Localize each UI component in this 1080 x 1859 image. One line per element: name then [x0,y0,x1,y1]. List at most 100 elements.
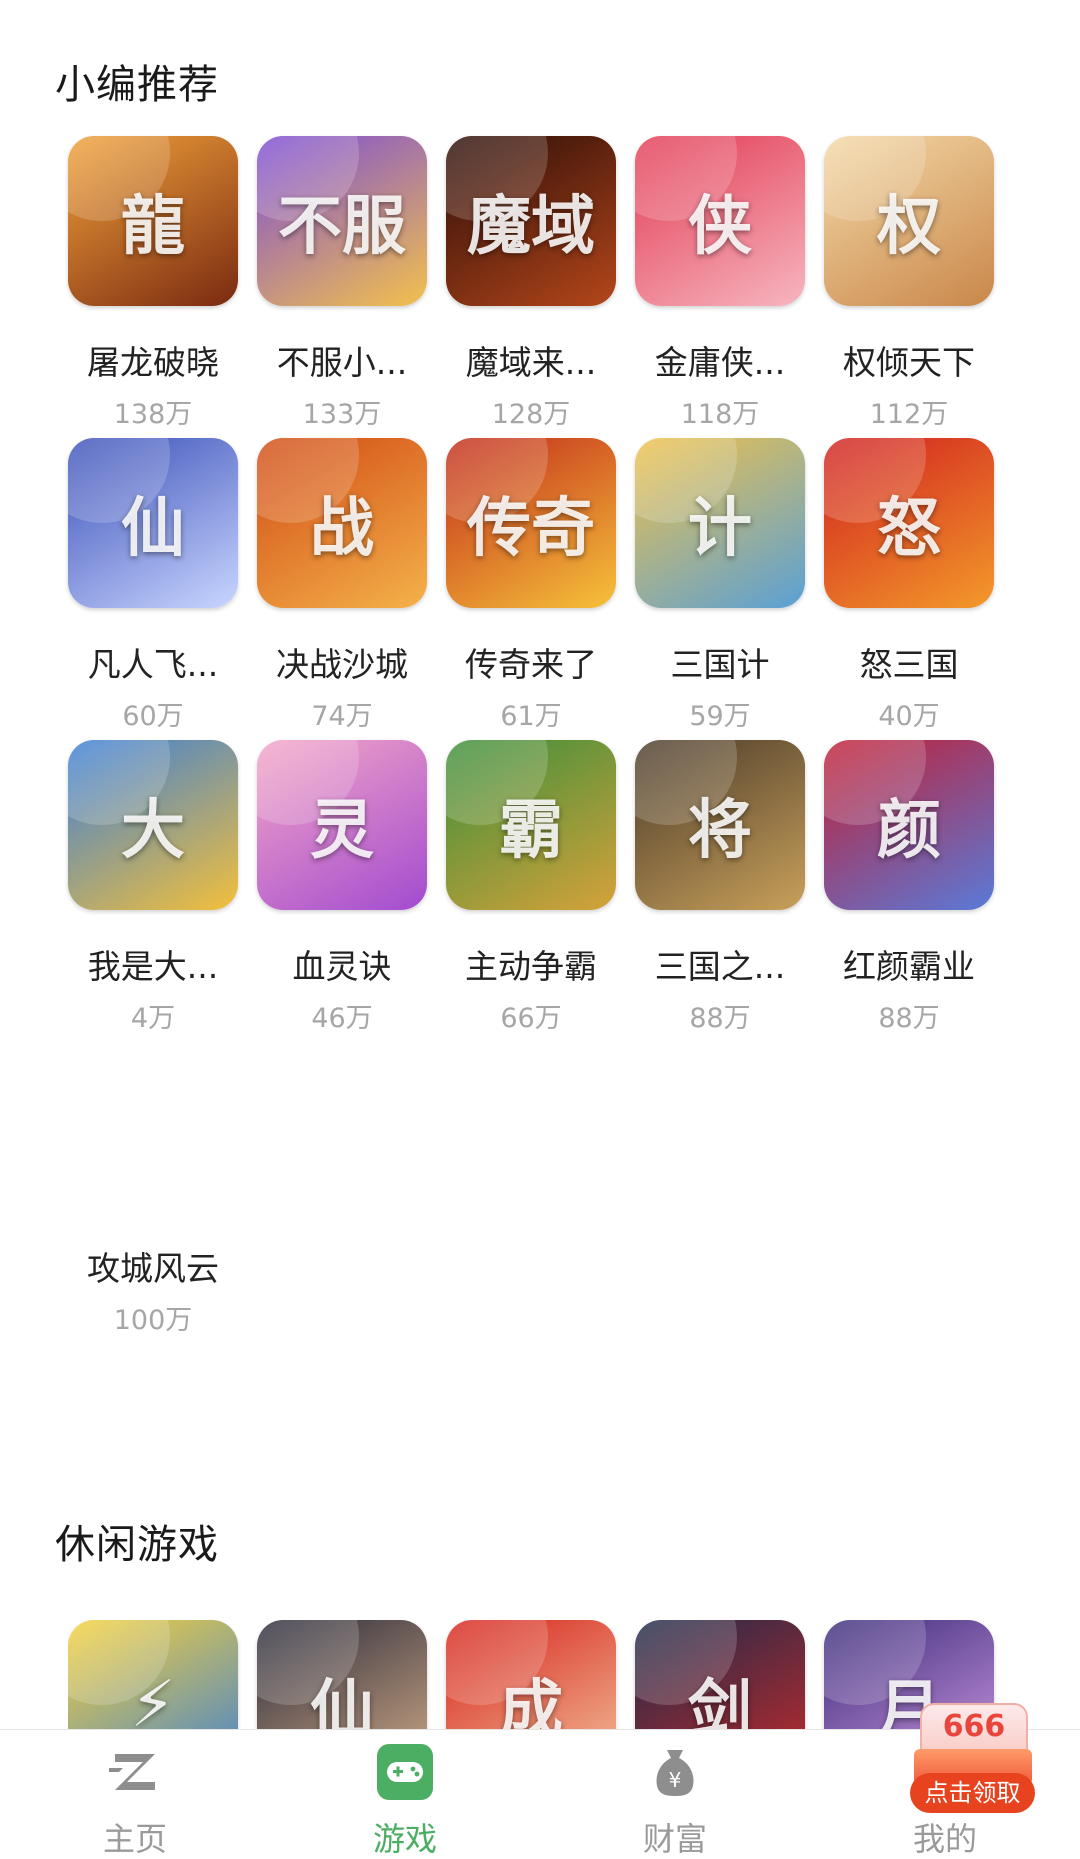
game-tile[interactable]: 霸主动争霸 66万 [446,740,616,1034]
game-download-count: 66万 [500,1003,562,1034]
game-download-count: 138万 [113,399,193,430]
game-tile[interactable]: 将三国之... 88万 [635,740,805,1034]
game-icon-glyph: 霸 [499,794,563,868]
game-name: 屠龙破晓 [87,343,219,382]
section-title-recommended: 小编推荐 [55,62,219,108]
nav-label-home: 主页 [102,1820,167,1858]
game-name: 权倾天下 [843,343,975,382]
game-download-count: 128万 [491,399,571,430]
game-icon-glyph: 将 [688,794,752,868]
reward-amount: 666 [942,1709,1006,1744]
game-download-count: 88万 [878,1003,940,1034]
game-icon[interactable]: 权 [824,136,994,306]
game-icon-glyph: 成 [499,1674,563,1730]
game-tile[interactable]: 权权倾天下 112万 [824,136,994,430]
game-icon[interactable]: 计 [635,438,805,608]
game-icon[interactable]: 剑 [635,1620,805,1730]
game-icon[interactable]: 战 [257,438,427,608]
game-icon-glyph: 仙 [121,492,185,566]
game-name: 决战沙城 [276,645,408,684]
game-icon[interactable]: 魔域 [446,136,616,306]
game-icon-glyph: 传奇 [467,492,595,566]
game-tile[interactable]: 不服 不服小... 133万 [257,136,427,430]
nav-tab-games[interactable]: 游戏 [305,1730,505,1859]
game-download-count: 118万 [680,399,760,430]
game-name: 魔域来... [465,343,597,382]
gamepad-icon [377,1744,433,1800]
game-tile[interactable]: 计三国计 59万 [635,438,805,732]
app-screen: 小编推荐 龍屠龙破晓 138万 不服 不服小... 133万 魔域 魔域来... 128万 侠金… [0,0,1080,1859]
nav-label-games: 游戏 [372,1820,437,1858]
svg-text:¥: ¥ [669,1768,682,1792]
game-icon[interactable]: 龍 [68,136,238,306]
game-tile[interactable]: 魔域魔域来... 128万 [446,136,616,430]
casual-game-grid: ⚡ 仙成剑月 [68,1620,1008,1730]
game-tile[interactable]: 大我是大... 4万 [68,740,238,1034]
game-name: 传奇来了 [465,645,597,684]
game-icon-glyph: 计 [688,492,752,566]
game-name: 怒三国 [859,645,959,684]
game-tile[interactable]: 成 [446,1620,616,1730]
game-icon-glyph: 战 [310,492,374,566]
game-tile[interactable]: 传奇传奇来了 61万 [446,438,616,732]
game-name: 血灵诀 [292,947,392,986]
game-icon[interactable]: 灵 [257,740,427,910]
game-icon[interactable]: 不服 [257,136,427,306]
game-name: 不服小... [276,343,408,382]
game-icon[interactable]: ⚡ [68,1620,238,1730]
game-name: 主动争霸 [465,947,597,986]
recommended-game-grid: 龍屠龙破晓 138万 不服 不服小... 133万 魔域 魔域来... 128万 侠金庸侠...… [68,136,1008,1336]
game-download-count: 60万 [122,701,184,732]
game-download-count: 46万 [311,1003,373,1034]
game-tile[interactable]: 怒怒三国 40万 [824,438,994,732]
game-icon-glyph: 大 [121,794,185,868]
game-name: 攻城风云 [87,1249,219,1288]
game-icon[interactable]: 传奇 [446,438,616,608]
game-icon[interactable]: 怒 [824,438,994,608]
nav-label-mine: 我的 [912,1820,977,1858]
game-icon[interactable]: 霸 [446,740,616,910]
game-download-count: 112万 [869,399,949,430]
game-icon[interactable]: 大 [68,740,238,910]
game-icon[interactable]: 侠 [635,136,805,306]
game-icon-glyph: 魔域 [467,190,595,264]
game-tile[interactable]: 剑 [635,1620,805,1730]
claim-reward-button[interactable]: 点击领取 [910,1773,1035,1813]
game-download-count: 88万 [689,1003,751,1034]
game-tile[interactable]: 灵血灵诀 46万 [257,740,427,1034]
nav-tab-home[interactable]: 主页 [35,1730,235,1859]
game-tile[interactable]: 龍屠龙破晓 138万 [68,136,238,430]
game-download-count: 100万 [113,1305,193,1336]
game-tile[interactable]: 颜红颜霸业 88万 [824,740,994,1034]
game-icon-glyph: 仙 [310,1674,374,1730]
game-tile[interactable]: 仙 [257,1620,427,1730]
game-icon-glyph: 灵 [310,794,374,868]
game-name: 红颜霸业 [843,947,975,986]
game-icon[interactable]: 颜 [824,740,994,910]
z-logo-icon [109,1754,155,1790]
nav-tab-wealth[interactable]: ¥ 财富 [575,1730,775,1859]
game-icon[interactable]: 仙 [68,438,238,608]
section-title-casual: 休闲游戏 [55,1522,219,1568]
game-download-count: 61万 [500,701,562,732]
game-tile[interactable]: 侠金庸侠... 118万 [635,136,805,430]
game-icon-glyph: 剑 [688,1674,752,1730]
game-tile[interactable]: 攻城风云 100万 [68,1042,238,1336]
game-icon[interactable]: 成 [446,1620,616,1730]
reward-widget[interactable]: 666 点击领取 [910,1703,1035,1813]
game-download-count: 40万 [878,701,940,732]
game-icon[interactable]: 仙 [257,1620,427,1730]
game-tile[interactable]: 仙凡人飞... 60万 [68,438,238,732]
game-icon-glyph: 侠 [688,190,752,264]
game-name: 三国之... [654,947,786,986]
game-name: 三国计 [670,645,770,684]
nav-label-wealth: 财富 [642,1820,707,1858]
game-icon-glyph: 权 [877,190,941,264]
game-name: 我是大... [87,947,219,986]
game-download-count: 74万 [311,701,373,732]
game-icon-glyph: 颜 [877,794,941,868]
game-icon-glyph: 龍 [121,190,185,264]
game-icon[interactable]: 将 [635,740,805,910]
game-tile[interactable]: 战决战沙城 74万 [257,438,427,732]
game-tile[interactable]: ⚡ [68,1620,238,1730]
